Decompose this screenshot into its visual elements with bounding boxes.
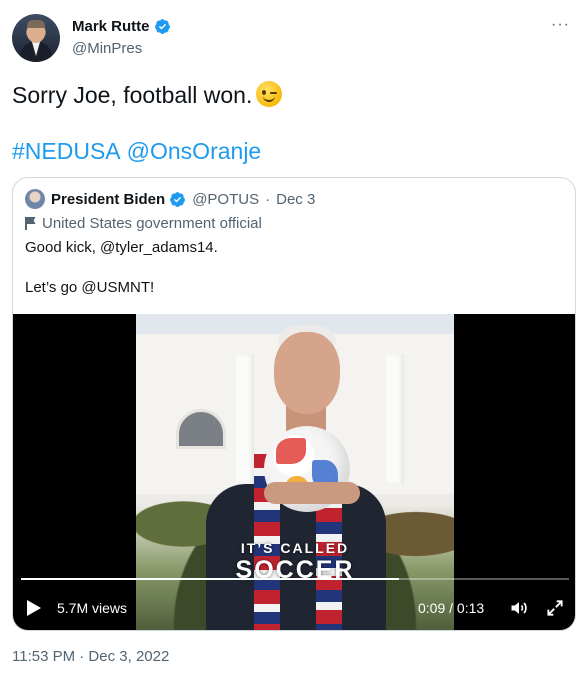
video-views: 5.7M views <box>57 600 128 616</box>
quoted-author-name: President Biden <box>51 190 166 208</box>
date-separator: · <box>265 190 271 208</box>
video-caption-small: IT’S CALLED <box>240 540 350 556</box>
quoted-tweet-line-2: Let’s go @USMNT! <box>25 279 155 296</box>
video-progress-fill <box>21 578 400 580</box>
government-label-text: United States government official <box>42 215 262 232</box>
play-icon[interactable] <box>27 600 41 616</box>
author-display-name[interactable]: Mark Rutte <box>72 18 150 35</box>
quoted-tweet-line-1: Good kick, @tyler_adams14. <box>25 239 218 256</box>
hashtag-link[interactable]: #NEDUSA <box>12 138 121 164</box>
quoted-tweet[interactable]: President Biden @POTUS · Dec 3 United St… <box>12 177 576 631</box>
mention-link[interactable]: @OnsOranje <box>127 138 262 164</box>
tweet-body: Sorry Joe, football won. <box>12 82 253 108</box>
quoted-tweet-date: Dec 3 <box>276 190 316 208</box>
winking-face-emoji-icon <box>256 81 283 107</box>
tweet-header: Mark Rutte @MinPres ··· <box>12 14 574 64</box>
flag-icon <box>25 217 36 230</box>
more-options-icon[interactable]: ··· <box>551 16 570 34</box>
author-handle[interactable]: @MinPres <box>72 40 142 57</box>
quoted-author-avatar <box>25 189 45 209</box>
video-caption-big: SOCCER <box>235 556 355 584</box>
tweet-text: Sorry Joe, football won. <box>12 80 283 110</box>
author-name-row: Mark Rutte <box>72 18 171 35</box>
verified-badge-icon <box>170 191 186 207</box>
government-label: United States government official <box>25 215 262 232</box>
video-time: 0:09 / 0:13 <box>418 600 485 616</box>
tweet-timestamp[interactable]: 11:53 PM · Dec 3, 2022 <box>12 648 169 665</box>
author-avatar[interactable] <box>12 14 60 62</box>
volume-icon[interactable] <box>509 598 529 618</box>
video-controls: 5.7M views 0:09 / 0:13 <box>13 590 575 626</box>
quoted-author-handle: @POTUS <box>192 190 260 208</box>
quoted-tweet-header: President Biden @POTUS · Dec 3 <box>25 189 315 209</box>
verified-badge-icon <box>154 19 170 34</box>
video-progress-bar[interactable] <box>21 578 569 580</box>
video-player[interactable]: IT’S CALLED SOCCER 5.7M views 0:09 / 0:1… <box>13 314 575 630</box>
fullscreen-icon[interactable] <box>545 598 565 618</box>
tweet-links: #NEDUSA @OnsOranje <box>12 136 267 166</box>
video-frame: IT’S CALLED SOCCER <box>136 314 454 630</box>
